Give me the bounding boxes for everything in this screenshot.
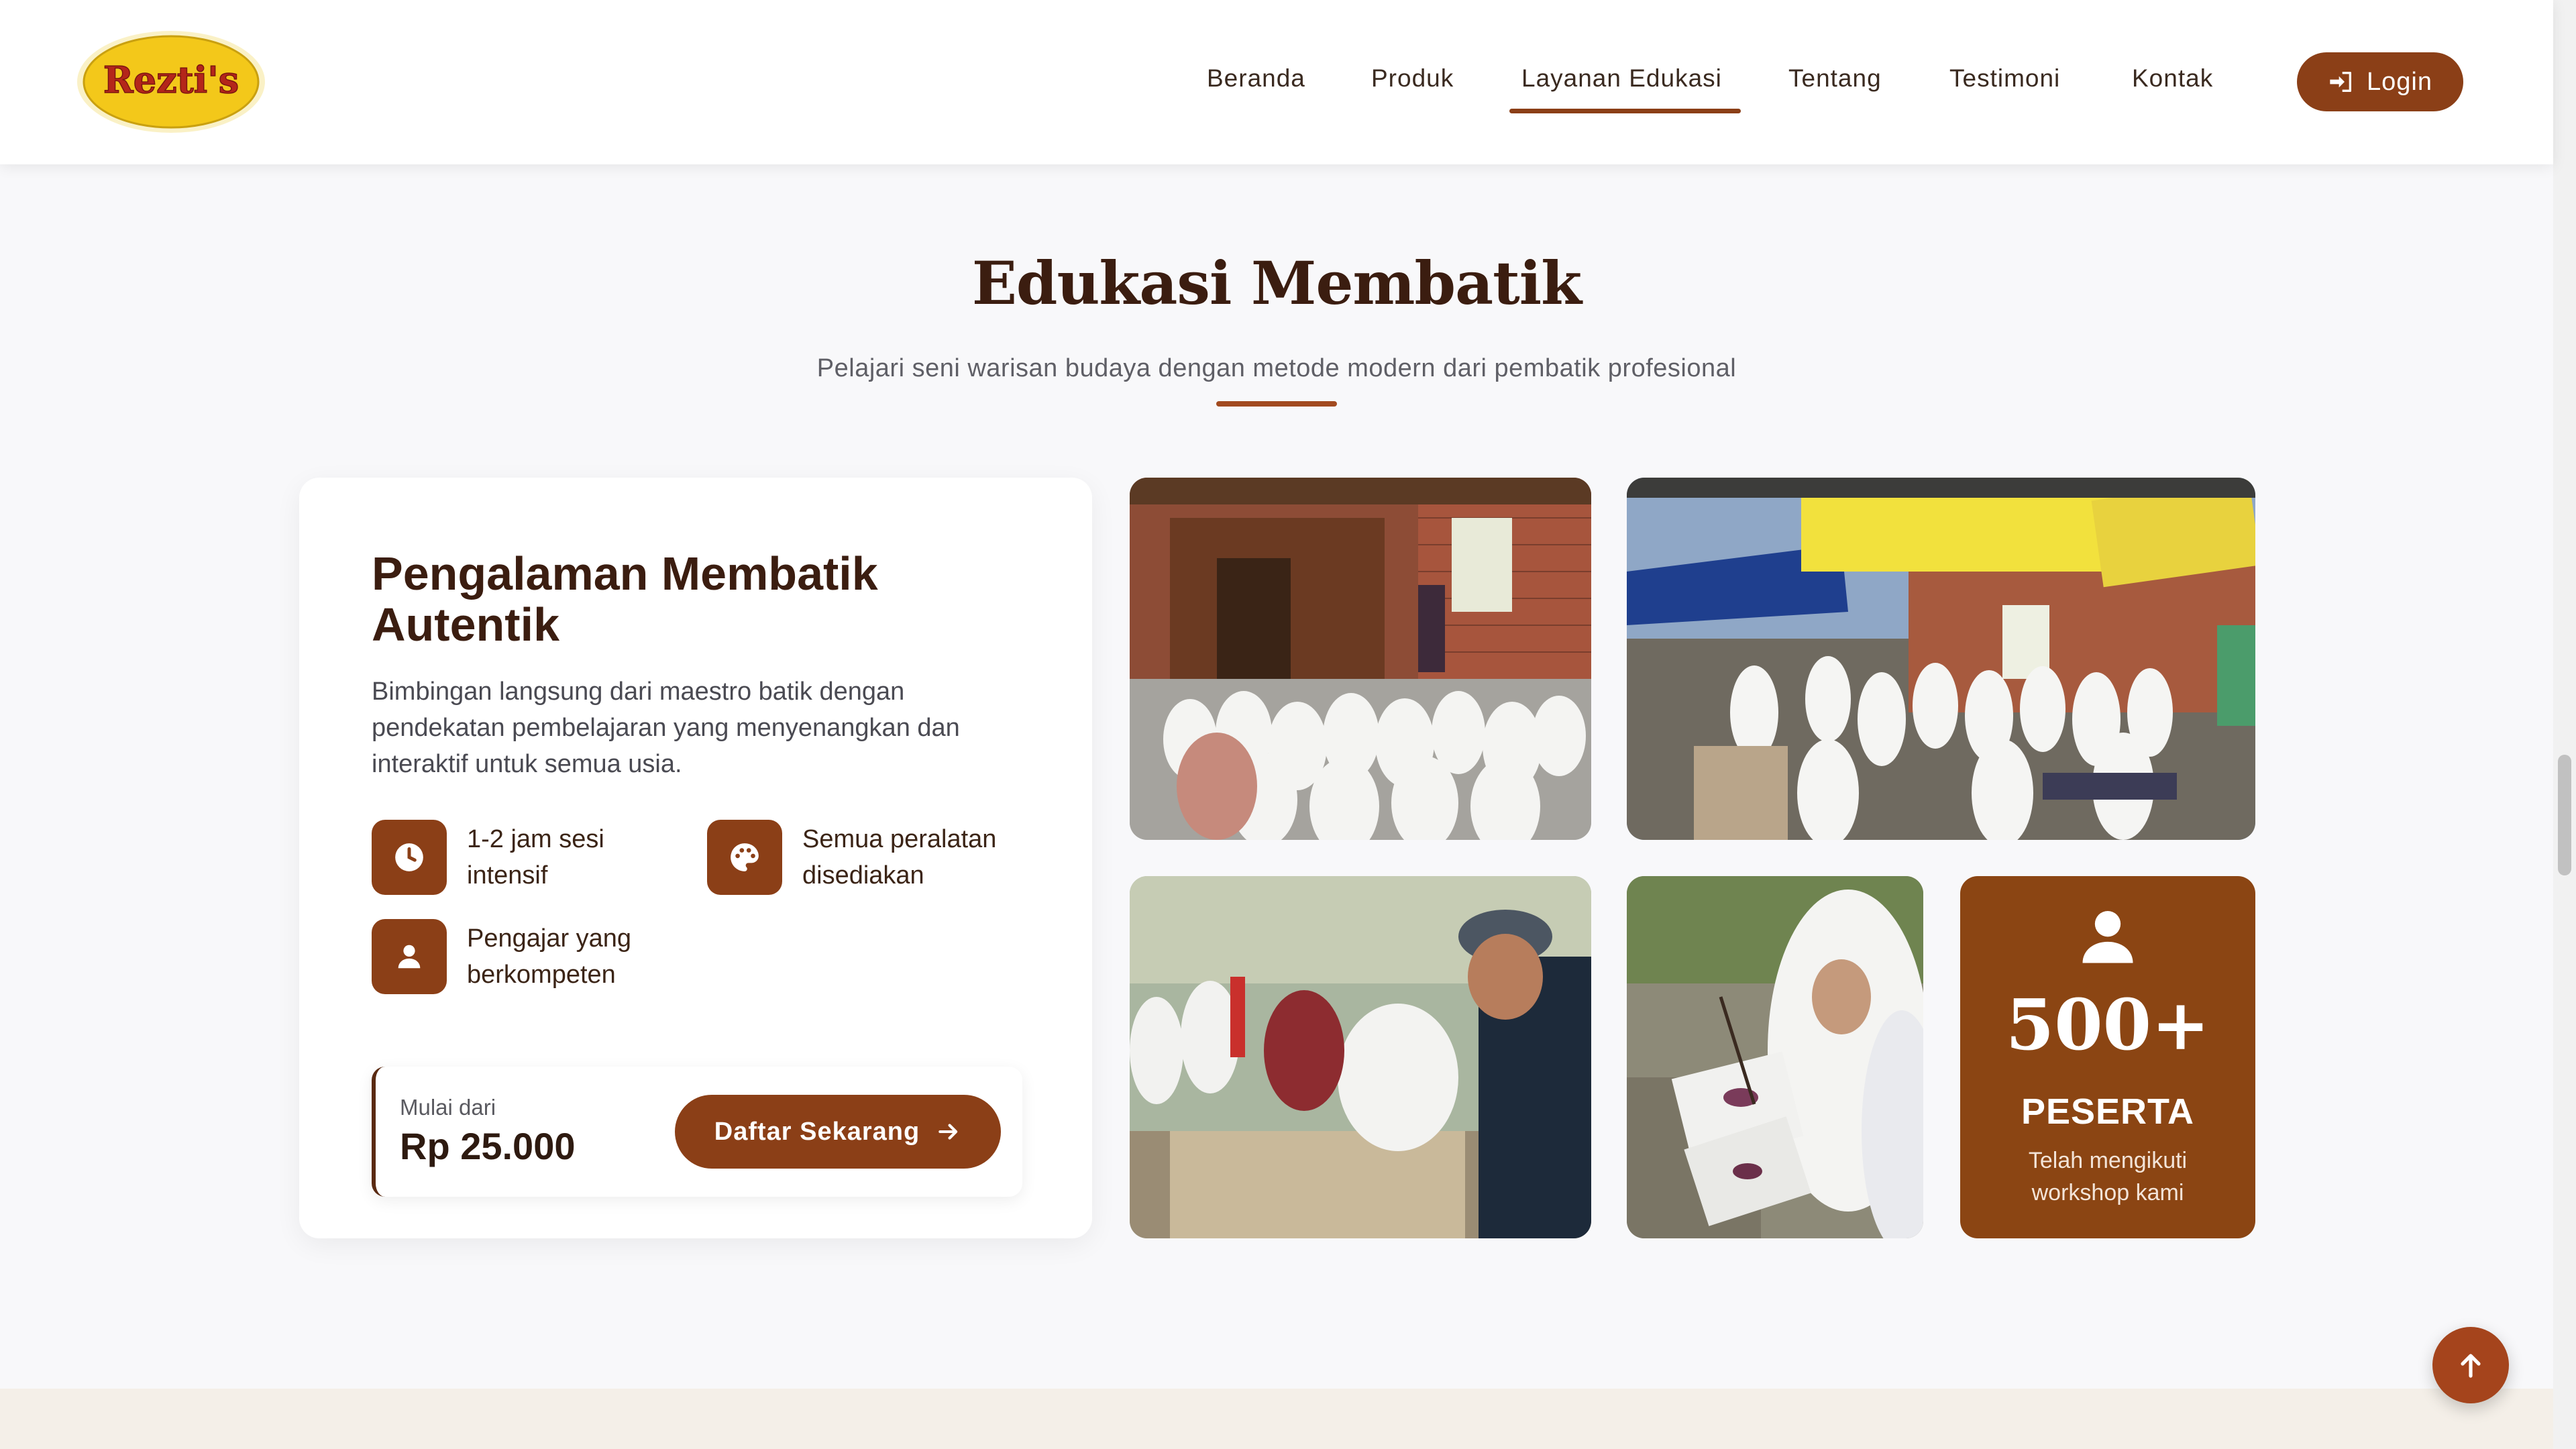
nav-kontak[interactable]: Kontak (2132, 64, 2213, 93)
clock-icon (372, 820, 447, 895)
feature-duration: 1-2 jam sesi intensif (372, 820, 688, 895)
next-section-band (0, 1389, 2553, 1449)
daftar-sekarang-button[interactable]: Daftar Sekarang (675, 1095, 1001, 1169)
section-subtitle: Pelajari seni warisan budaya dengan meto… (816, 354, 1737, 382)
participants-stat-card: 500+ PESERTA Telah mengikuti workshop ka… (1960, 876, 2255, 1238)
photo-workshop-courtyard (1130, 478, 1591, 840)
scrollbar[interactable] (2553, 0, 2576, 1449)
card-description: Bimbingan langsung dari maestro batik de… (372, 678, 960, 778)
logo-badge: Rezti's (77, 31, 265, 133)
feature-instructor-label: Pengajar yang berkompeten (467, 924, 632, 989)
login-icon (2330, 72, 2351, 92)
daftar-label: Daftar Sekarang (714, 1117, 920, 1146)
photo-batik-house-entrance (1627, 478, 2255, 840)
scroll-to-top-button[interactable] (2432, 1327, 2509, 1403)
stat-description: Telah mengikuti workshop kami (2028, 1148, 2188, 1205)
nav-layanan-edukasi[interactable]: Layanan Edukasi (1521, 64, 1722, 93)
login-button[interactable]: Login (2297, 52, 2463, 111)
scrollbar-thumb[interactable] (2558, 755, 2571, 875)
section-title: Edukasi Membatik (971, 248, 1582, 318)
section-divider (1216, 401, 1337, 407)
nav-produk[interactable]: Produk (1371, 64, 1454, 93)
stat-number: 500+ (2005, 983, 2210, 1066)
palette-icon (707, 820, 782, 895)
stat-label: PESERTA (2021, 1091, 2195, 1132)
price-value: Rp 25.000 (400, 1125, 576, 1167)
price-label: Mulai dari (400, 1095, 496, 1120)
nav-beranda[interactable]: Beranda (1207, 64, 1305, 93)
user-icon (372, 919, 447, 994)
nav-active-indicator (1509, 109, 1741, 113)
feature-duration-label: 1-2 jam sesi intensif (467, 825, 604, 890)
card-title: Pengalaman Membatik Autentik (372, 547, 878, 651)
arrow-right-icon (938, 1124, 958, 1140)
nav-testimoni[interactable]: Testimoni (1949, 64, 2060, 93)
user-icon (2082, 911, 2133, 963)
photo-batik-process (1130, 876, 1591, 1238)
nav-tentang[interactable]: Tentang (1788, 64, 1882, 93)
logo-text: Rezti's (103, 58, 239, 101)
feature-tools-label: Semua peralatan disediakan (802, 825, 997, 890)
arrow-up-icon (2461, 1354, 2481, 1378)
feature-tools: Semua peralatan disediakan (707, 820, 1024, 895)
photo-students-canting (1627, 876, 1923, 1238)
feature-instructor: Pengajar yang berkompeten (372, 919, 688, 994)
site-header: Rezti's Beranda Produk Layanan Edukasi T… (0, 0, 2553, 164)
login-label: Login (2367, 67, 2432, 96)
price-box: Mulai dari Rp 25.000 Daftar Sekarang (372, 1067, 1022, 1197)
education-card: Pengalaman Membatik Autentik Bimbingan l… (299, 478, 1092, 1238)
logo[interactable]: Rezti's (74, 28, 268, 136)
